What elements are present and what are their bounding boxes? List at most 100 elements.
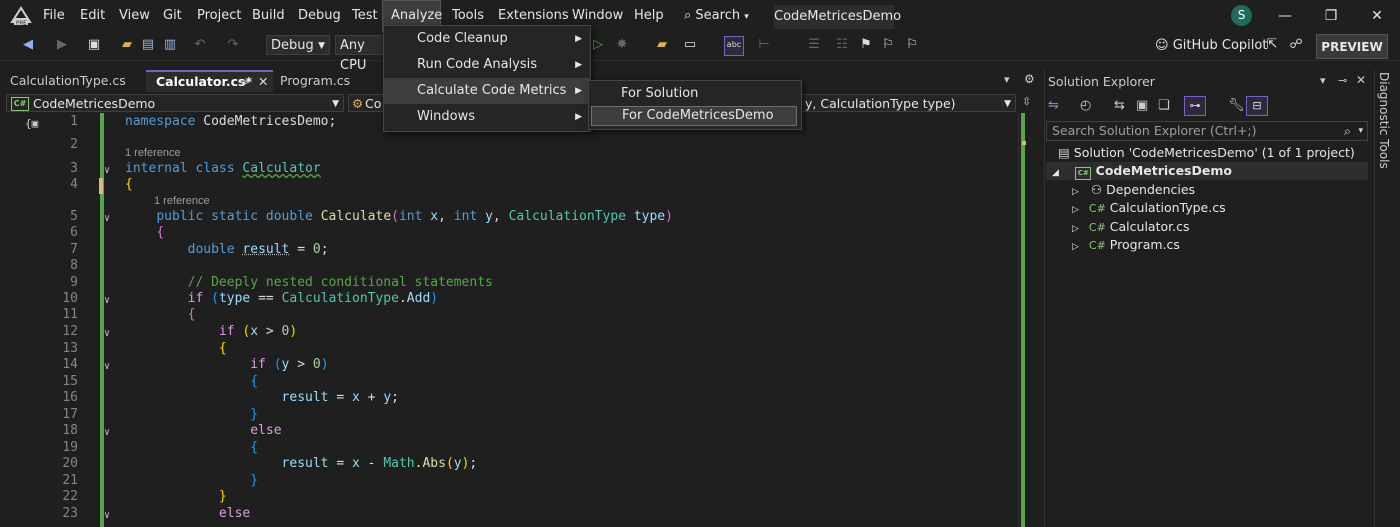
history-icon[interactable]: ◴: [1080, 98, 1091, 113]
solution-folder-icon[interactable]: ▰: [654, 37, 670, 53]
codelens-reference[interactable]: 1 reference: [154, 195, 210, 207]
gear-icon[interactable]: ⚙: [1024, 72, 1035, 86]
diagnostic-tools-tab[interactable]: Diagnostic Tools: [1377, 72, 1391, 169]
fold-chevron-icon[interactable]: ∨: [104, 328, 114, 339]
code-line: }: [218, 489, 227, 504]
share-icon[interactable]: ⇱: [1264, 37, 1280, 53]
switch-views-icon[interactable]: ⇋: [1048, 98, 1059, 113]
next-bookmark-icon[interactable]: ⚐: [904, 37, 920, 53]
menu-item-for-solution[interactable]: For Solution: [591, 84, 797, 104]
preview-button[interactable]: PREVIEW: [1316, 34, 1388, 59]
save-icon[interactable]: ▤: [140, 37, 156, 53]
menu-file[interactable]: File: [35, 0, 73, 32]
code-editor[interactable]: {▣ 1 2 3 4 5 6 7 8 9 10 11 12 13 14 15 16 17 18 19 20 21 22 23…: [0, 113, 1018, 527]
new-item-icon[interactable]: ▣: [86, 37, 102, 53]
member-nav-select[interactable]: y, CalculationType type) ▼: [800, 94, 1016, 112]
menu-item-code-cleanup[interactable]: Code Cleanup ▶: [384, 26, 590, 52]
menu-help[interactable]: Help: [626, 0, 672, 32]
navigate-back-icon[interactable]: ◀: [20, 37, 36, 53]
close-tab-icon[interactable]: ✕: [258, 72, 268, 92]
hot-reload-icon[interactable]: ✸: [614, 37, 630, 53]
tab-overflow-icon[interactable]: ▾: [1004, 73, 1010, 86]
menu-debug[interactable]: Debug: [290, 0, 349, 32]
comment-icon[interactable]: ☰: [806, 37, 822, 53]
code-line: if (y > 0): [250, 357, 329, 372]
tree-solution[interactable]: ▤ Solution 'CodeMetricesDemo' (1 of 1 pr…: [1046, 144, 1368, 162]
tree-item-file[interactable]: ▷ C# Program.cs: [1046, 236, 1368, 254]
github-copilot-button[interactable]: ☺ GitHub Copilot: [1155, 37, 1267, 55]
global-search-button[interactable]: ⌕ Search ▾: [684, 5, 749, 27]
show-all-files-icon[interactable]: ❏: [1158, 98, 1170, 113]
expanded-triangle-icon: ◢: [1052, 168, 1059, 178]
menu-item-calculate-code-metrics[interactable]: Calculate Code Metrics ▶: [384, 78, 590, 104]
tree-project[interactable]: ◢ C# CodeMetricesDemo: [1046, 162, 1368, 180]
menu-build[interactable]: Build: [244, 0, 293, 32]
visual-studio-logo-icon: PRE: [10, 6, 32, 26]
tree-item-file[interactable]: ▷ C# CalculationType.cs: [1046, 199, 1368, 217]
vertical-scrollbar[interactable]: [1018, 113, 1041, 527]
code-line: public static double Calculate(int x, in…: [156, 209, 673, 224]
fold-chevron-icon[interactable]: ∨: [104, 213, 114, 224]
menu-item-run-code-analysis[interactable]: Run Code Analysis ▶: [384, 52, 590, 78]
menu-view[interactable]: View: [111, 0, 158, 32]
restore-icon[interactable]: ❐: [1308, 0, 1354, 32]
sync-icon[interactable]: ⇆: [1114, 98, 1125, 113]
split-editor-icon[interactable]: ⇳: [1022, 95, 1031, 108]
fold-chevron-icon[interactable]: ∨: [104, 427, 114, 438]
minimize-icon[interactable]: —: [1262, 0, 1308, 32]
menu-test[interactable]: Test: [344, 0, 386, 32]
solution-icon: ▤: [1058, 145, 1070, 160]
start-without-debugging-icon[interactable]: ▷: [590, 37, 606, 53]
menu-git[interactable]: Git: [155, 0, 190, 32]
bookmark-icon[interactable]: ⚑: [858, 37, 874, 53]
close-icon[interactable]: ✕: [1356, 73, 1366, 87]
search-icon: ⌕: [1343, 123, 1351, 138]
spell-check-icon[interactable]: abc: [724, 36, 744, 56]
wrench-icon[interactable]: 🔧︎: [1228, 98, 1245, 113]
project-nav-select[interactable]: C# CodeMetricesDemo ▼: [6, 94, 344, 112]
browse-icon[interactable]: ▭: [682, 37, 698, 53]
feedback-icon[interactable]: ☍: [1288, 37, 1304, 53]
open-folder-icon[interactable]: ▰: [119, 37, 135, 53]
submenu-arrow-icon: ▶: [575, 86, 582, 96]
platform-select[interactable]: Any CPU: [335, 35, 385, 73]
menu-item-for-project[interactable]: For CodeMetricesDemo: [591, 106, 797, 126]
save-all-icon[interactable]: ▥: [162, 37, 178, 53]
undo-icon[interactable]: ↶: [192, 37, 208, 53]
line-number: 12: [62, 324, 78, 339]
redo-icon[interactable]: ↷: [225, 37, 241, 53]
fold-chevron-icon[interactable]: ∨: [104, 510, 114, 521]
tab-calculationtype[interactable]: CalculationType.cs: [0, 70, 140, 92]
submenu-arrow-icon: ▶: [575, 60, 582, 70]
tab-program[interactable]: Program.cs: [270, 70, 380, 92]
uncomment-icon[interactable]: ☷: [834, 37, 850, 53]
panel-menu-icon[interactable]: ▾: [1320, 74, 1326, 87]
format-icon[interactable]: ⊢: [756, 37, 772, 53]
tree-item-dependencies[interactable]: ▷ ⚇ Dependencies: [1046, 181, 1368, 199]
navigate-forward-icon[interactable]: ▶: [54, 37, 70, 53]
copilot-icon: ☺: [1155, 38, 1169, 53]
menu-item-windows[interactable]: Windows ▶: [384, 104, 590, 130]
fold-chevron-icon[interactable]: ∨: [104, 295, 114, 306]
tab-calculator[interactable]: Calculator.cs* ⊸ ✕: [146, 70, 273, 92]
solution-search-input[interactable]: Search Solution Explorer (Ctrl+;) ⌕ ▾: [1046, 121, 1368, 141]
prev-bookmark-icon[interactable]: ⚐: [880, 37, 896, 53]
menu-project[interactable]: Project: [189, 0, 249, 32]
fold-chevron-icon[interactable]: ∨: [104, 361, 114, 372]
pin-icon[interactable]: ⊸: [1338, 74, 1347, 87]
csharp-project-icon: C#: [11, 97, 29, 111]
pin-icon[interactable]: ⊸: [238, 72, 248, 92]
collapse-all-icon[interactable]: ▣: [1136, 98, 1148, 113]
close-icon[interactable]: ✕: [1354, 0, 1400, 32]
code-line: // Deeply nested conditional statements: [187, 275, 493, 290]
codelens-reference[interactable]: 1 reference: [125, 147, 181, 159]
avatar[interactable]: S: [1231, 5, 1252, 26]
fold-chevron-icon[interactable]: ∨: [104, 165, 114, 176]
tree-view-icon[interactable]: ⊶: [1184, 96, 1206, 116]
type-nav-select[interactable]: ⚙ Co: [348, 94, 384, 112]
menu-edit[interactable]: Edit: [72, 0, 113, 32]
configuration-select[interactable]: Debug ▼: [266, 35, 330, 55]
tree-item-file[interactable]: ▷ C# Calculator.cs: [1046, 218, 1368, 236]
preview-selected-icon[interactable]: ⊟: [1246, 96, 1268, 116]
code-line: double result = 0;: [187, 242, 329, 257]
